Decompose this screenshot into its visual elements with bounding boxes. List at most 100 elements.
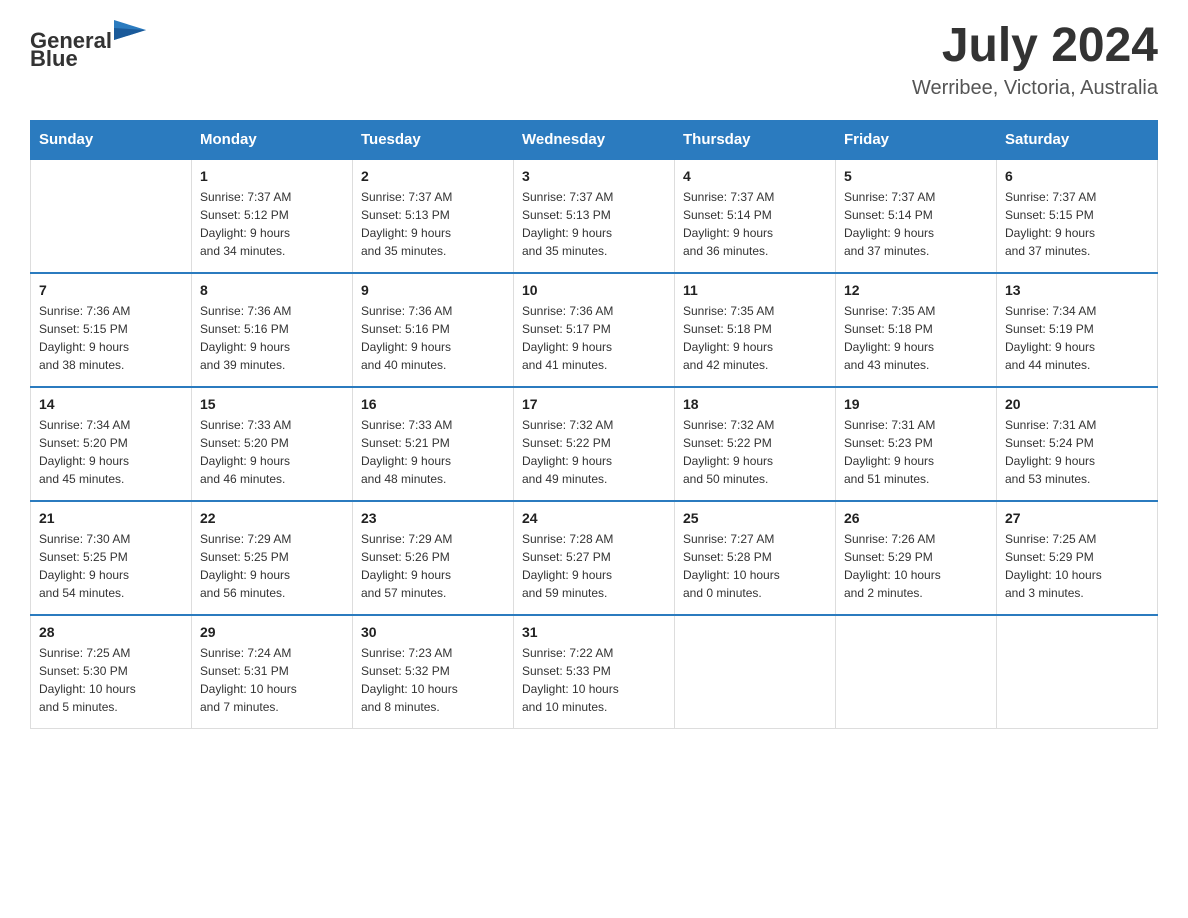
day-number: 14 [39, 396, 183, 412]
day-info: Sunrise: 7:28 AM Sunset: 5:27 PM Dayligh… [522, 530, 666, 602]
calendar-body: 1Sunrise: 7:37 AM Sunset: 5:12 PM Daylig… [31, 159, 1158, 729]
col-wednesday: Wednesday [514, 120, 675, 159]
day-number: 18 [683, 396, 827, 412]
day-info: Sunrise: 7:27 AM Sunset: 5:28 PM Dayligh… [683, 530, 827, 602]
day-number: 23 [361, 510, 505, 526]
calendar-cell: 13 Sunrise: 7:34 AM Sunset: 5:19 PM Dayli… [997, 273, 1158, 387]
day-info: Sunrise: 7:30 AM Sunset: 5:25 PM Dayligh… [39, 530, 183, 602]
day-info: Sunrise: 7:31 AM Sunset: 5:24 PM Dayligh… [1005, 416, 1149, 488]
col-tuesday: Tuesday [353, 120, 514, 159]
calendar-cell: 19 Sunrise: 7:31 AM Sunset: 5:23 PM Dayli… [836, 387, 997, 501]
calendar-week-5: 28Sunrise: 7:25 AM Sunset: 5:30 PM Dayli… [31, 615, 1158, 729]
day-info: Sunrise: 7:36 AM Sunset: 5:16 PM Dayligh… [361, 302, 505, 374]
calendar-cell: 7 Sunrise: 7:36 AM Sunset: 5:15 PM Daylig… [31, 273, 192, 387]
day-info: Sunrise: 7:26 AM Sunset: 5:29 PM Dayligh… [844, 530, 988, 602]
day-info: Sunrise: 7:22 AM Sunset: 5:33 PM Dayligh… [522, 644, 666, 716]
calendar-week-2: 7 Sunrise: 7:36 AM Sunset: 5:15 PM Daylig… [31, 273, 1158, 387]
calendar-cell: 31Sunrise: 7:22 AM Sunset: 5:33 PM Dayli… [514, 615, 675, 729]
calendar-cell: 21 Sunrise: 7:30 AM Sunset: 5:25 PM Dayli… [31, 501, 192, 615]
day-info: Sunrise: 7:34 AM Sunset: 5:19 PM Dayligh… [1005, 302, 1149, 374]
logo-blue-text: Blue [30, 46, 78, 71]
day-number: 12 [844, 282, 988, 298]
day-number: 4 [683, 168, 827, 184]
day-number: 1 [200, 168, 344, 184]
day-info: Sunrise: 7:32 AM Sunset: 5:22 PM Dayligh… [522, 416, 666, 488]
day-info: Sunrise: 7:36 AM Sunset: 5:16 PM Dayligh… [200, 302, 344, 374]
logo-flag-icon [114, 20, 146, 48]
day-number: 7 [39, 282, 183, 298]
day-info: Sunrise: 7:29 AM Sunset: 5:25 PM Dayligh… [200, 530, 344, 602]
location: Werribee, Victoria, Australia [912, 77, 1158, 100]
day-number: 30 [361, 624, 505, 640]
day-number: 8 [200, 282, 344, 298]
calendar-cell: 28Sunrise: 7:25 AM Sunset: 5:30 PM Dayli… [31, 615, 192, 729]
col-sunday: Sunday [31, 120, 192, 159]
calendar-cell: 15 Sunrise: 7:33 AM Sunset: 5:20 PM Dayli… [192, 387, 353, 501]
day-info: Sunrise: 7:37 AM Sunset: 5:14 PM Dayligh… [844, 188, 988, 260]
day-number: 25 [683, 510, 827, 526]
day-number: 29 [200, 624, 344, 640]
day-number: 21 [39, 510, 183, 526]
page: General Blue July 2024 Werribee, Victori… [0, 0, 1188, 759]
day-info: Sunrise: 7:37 AM Sunset: 5:15 PM Dayligh… [1005, 188, 1149, 260]
month-year: July 2024 [912, 20, 1158, 73]
calendar-cell: 9Sunrise: 7:36 AM Sunset: 5:16 PM Daylig… [353, 273, 514, 387]
calendar-cell [836, 615, 997, 729]
day-number: 2 [361, 168, 505, 184]
calendar-cell: 4Sunrise: 7:37 AM Sunset: 5:14 PM Daylig… [675, 159, 836, 273]
day-number: 17 [522, 396, 666, 412]
calendar-cell: 26 Sunrise: 7:26 AM Sunset: 5:29 PM Dayli… [836, 501, 997, 615]
day-number: 22 [200, 510, 344, 526]
calendar-cell: 11Sunrise: 7:35 AM Sunset: 5:18 PM Dayli… [675, 273, 836, 387]
day-number: 5 [844, 168, 988, 184]
calendar-cell: 14 Sunrise: 7:34 AM Sunset: 5:20 PM Dayli… [31, 387, 192, 501]
calendar-cell: 18 Sunrise: 7:32 AM Sunset: 5:22 PM Dayli… [675, 387, 836, 501]
day-number: 3 [522, 168, 666, 184]
day-number: 16 [361, 396, 505, 412]
calendar-cell: 17 Sunrise: 7:32 AM Sunset: 5:22 PM Dayli… [514, 387, 675, 501]
calendar-cell: 30 Sunrise: 7:23 AM Sunset: 5:32 PM Dayli… [353, 615, 514, 729]
day-info: Sunrise: 7:35 AM Sunset: 5:18 PM Dayligh… [844, 302, 988, 374]
calendar-cell: 24 Sunrise: 7:28 AM Sunset: 5:27 PM Dayli… [514, 501, 675, 615]
logo: General Blue [30, 20, 146, 71]
day-number: 19 [844, 396, 988, 412]
day-info: Sunrise: 7:25 AM Sunset: 5:29 PM Dayligh… [1005, 530, 1149, 602]
calendar-table: Sunday Monday Tuesday Wednesday Thursday… [30, 120, 1158, 729]
day-number: 6 [1005, 168, 1149, 184]
day-info: Sunrise: 7:37 AM Sunset: 5:13 PM Dayligh… [522, 188, 666, 260]
calendar-header: Sunday Monday Tuesday Wednesday Thursday… [31, 120, 1158, 159]
days-of-week-row: Sunday Monday Tuesday Wednesday Thursday… [31, 120, 1158, 159]
col-friday: Friday [836, 120, 997, 159]
day-info: Sunrise: 7:29 AM Sunset: 5:26 PM Dayligh… [361, 530, 505, 602]
calendar-cell: 27 Sunrise: 7:25 AM Sunset: 5:29 PM Dayli… [997, 501, 1158, 615]
calendar-cell: 25 Sunrise: 7:27 AM Sunset: 5:28 PM Dayli… [675, 501, 836, 615]
calendar-cell: 6 Sunrise: 7:37 AM Sunset: 5:15 PM Daylig… [997, 159, 1158, 273]
day-number: 24 [522, 510, 666, 526]
calendar-cell: 1Sunrise: 7:37 AM Sunset: 5:12 PM Daylig… [192, 159, 353, 273]
calendar-week-1: 1Sunrise: 7:37 AM Sunset: 5:12 PM Daylig… [31, 159, 1158, 273]
calendar-week-4: 21 Sunrise: 7:30 AM Sunset: 5:25 PM Dayli… [31, 501, 1158, 615]
day-info: Sunrise: 7:32 AM Sunset: 5:22 PM Dayligh… [683, 416, 827, 488]
day-number: 15 [200, 396, 344, 412]
calendar-cell: 29 Sunrise: 7:24 AM Sunset: 5:31 PM Dayli… [192, 615, 353, 729]
day-info: Sunrise: 7:33 AM Sunset: 5:20 PM Dayligh… [200, 416, 344, 488]
col-thursday: Thursday [675, 120, 836, 159]
calendar-cell: 2Sunrise: 7:37 AM Sunset: 5:13 PM Daylig… [353, 159, 514, 273]
calendar-cell [31, 159, 192, 273]
day-info: Sunrise: 7:34 AM Sunset: 5:20 PM Dayligh… [39, 416, 183, 488]
calendar-cell: 16 Sunrise: 7:33 AM Sunset: 5:21 PM Dayli… [353, 387, 514, 501]
day-number: 13 [1005, 282, 1149, 298]
calendar-week-3: 14 Sunrise: 7:34 AM Sunset: 5:20 PM Dayli… [31, 387, 1158, 501]
day-info: Sunrise: 7:23 AM Sunset: 5:32 PM Dayligh… [361, 644, 505, 716]
calendar-cell: 3 Sunrise: 7:37 AM Sunset: 5:13 PM Daylig… [514, 159, 675, 273]
day-info: Sunrise: 7:31 AM Sunset: 5:23 PM Dayligh… [844, 416, 988, 488]
day-info: Sunrise: 7:25 AM Sunset: 5:30 PM Dayligh… [39, 644, 183, 716]
calendar-cell: 10Sunrise: 7:36 AM Sunset: 5:17 PM Dayli… [514, 273, 675, 387]
day-number: 26 [844, 510, 988, 526]
day-number: 27 [1005, 510, 1149, 526]
calendar-cell: 8 Sunrise: 7:36 AM Sunset: 5:16 PM Daylig… [192, 273, 353, 387]
day-info: Sunrise: 7:24 AM Sunset: 5:31 PM Dayligh… [200, 644, 344, 716]
day-info: Sunrise: 7:33 AM Sunset: 5:21 PM Dayligh… [361, 416, 505, 488]
day-info: Sunrise: 7:36 AM Sunset: 5:15 PM Dayligh… [39, 302, 183, 374]
calendar-cell [675, 615, 836, 729]
